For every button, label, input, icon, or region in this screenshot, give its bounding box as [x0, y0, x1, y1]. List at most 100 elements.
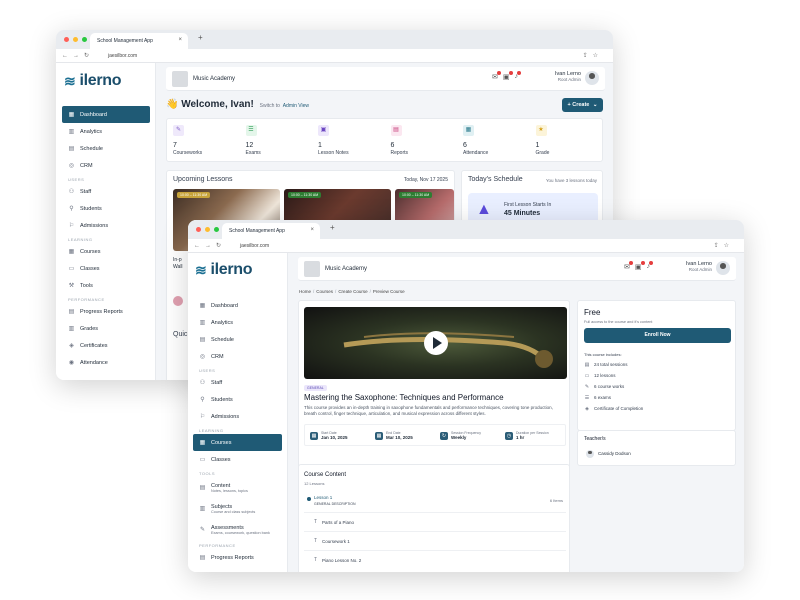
sidebar-item-classes[interactable]: ▭ Classes: [193, 451, 282, 468]
bell-icon[interactable]: ♪: [647, 261, 653, 271]
subjects-icon: ▥: [199, 506, 206, 512]
logo-text: ilerno: [210, 261, 253, 278]
minimize-window-dot[interactable]: [73, 37, 78, 42]
sidebar-item-tools[interactable]: ⚒ Tools: [62, 277, 150, 294]
lesson-header[interactable]: Lesson 1 GENERAL DESCRIPTION 6 Items: [304, 494, 566, 510]
logo[interactable]: ≋ ilerno: [195, 261, 253, 279]
stat-attendance[interactable]: ▦ 6 Attendance: [457, 119, 529, 161]
org-name[interactable]: Music Academy: [193, 76, 235, 82]
stat-courseworks[interactable]: ✎ 7 Courseworks: [167, 119, 239, 161]
mail-icon[interactable]: ✉: [492, 71, 501, 81]
sidebar-item-crm[interactable]: ◎ CRM: [62, 157, 150, 174]
sidebar-item-analytics[interactable]: ▥ Analytics: [62, 123, 150, 140]
breadcrumb-separator: /: [335, 289, 337, 294]
lesson-item[interactable]: T Piano Lesson No. 2: [304, 550, 566, 569]
sidebar-item-dashboard[interactable]: ▦ Dashboard: [193, 297, 282, 314]
messages-icon[interactable]: ▣: [503, 71, 513, 81]
mail-icon[interactable]: ✉: [624, 261, 633, 271]
breadcrumb-item[interactable]: Courses: [316, 289, 333, 294]
tab-close-icon[interactable]: ×: [178, 37, 182, 43]
stat-grade[interactable]: ★ 1 Grade: [530, 119, 602, 161]
breadcrumb-item[interactable]: Home: [299, 289, 311, 294]
sidebar-item-certificates[interactable]: ◈ Certificates: [62, 337, 150, 354]
share-star-icons[interactable]: ⇪☆: [714, 242, 734, 249]
maximize-window-dot[interactable]: [82, 37, 87, 42]
wave-icon: 👋: [166, 99, 179, 110]
sidebar-item-subjects[interactable]: ▥ Subjects Course and class subjects: [193, 498, 282, 519]
meta-session-frequency: ↻ Session Frequency Weekly: [440, 431, 481, 440]
browser-tab[interactable]: School Management App ×: [90, 33, 188, 49]
create-button[interactable]: + Create ⌄: [562, 98, 603, 112]
new-tab-icon[interactable]: +: [198, 33, 203, 42]
nav-arrows-icon[interactable]: ←→↻: [62, 52, 94, 59]
nav-arrows-icon[interactable]: ←→↻: [194, 242, 226, 249]
logo[interactable]: ≋ ilerno: [64, 72, 122, 90]
maximize-window-dot[interactable]: [214, 227, 219, 232]
sidebar-item-courses[interactable]: ▦ Courses: [62, 243, 150, 260]
breadcrumb-item[interactable]: Create Course: [338, 289, 367, 294]
avatar[interactable]: [716, 261, 730, 275]
sidebar-item-crm[interactable]: ◎ CRM: [193, 348, 282, 365]
lesson-subtitle: Wall: [173, 264, 183, 270]
course-overview-card: GENERAL Mastering the Saxophone: Techniq…: [298, 300, 570, 470]
sidebar-item-staff[interactable]: ⚇ Staff: [62, 183, 150, 200]
sidebar-item-attendance[interactable]: ◉ Attendance: [62, 354, 150, 371]
sidebar-item-grades[interactable]: ▥ Grades: [193, 566, 282, 573]
sidebar: ≋ ilerno ▦ Dashboard ▥ Analytics ▤ Schedule ◎ C…: [56, 63, 156, 380]
sidebar-item-text: Admissions: [80, 223, 108, 229]
stat-lesson-notes[interactable]: ▣ 1 Lesson Notes: [312, 119, 384, 161]
sidebar-item-content[interactable]: ▤ Content Notes, lessons, topics: [193, 477, 282, 498]
sidebar-item-analytics[interactable]: ▥ Analytics: [193, 314, 282, 331]
bell-icon[interactable]: ♪: [515, 71, 521, 81]
sidebar-item-grades[interactable]: ▥ Grades: [62, 320, 150, 337]
sidebar-item-progress-reports[interactable]: ▤ Progress Reports: [193, 549, 282, 566]
lesson-item[interactable]: T Coursework 1: [304, 531, 566, 550]
breadcrumb-separator: /: [369, 289, 371, 294]
sidebar-item-label: Classes: [80, 265, 100, 272]
play-button[interactable]: [424, 331, 448, 355]
quick-actions-title: Quic: [173, 331, 188, 338]
course-description: This course provides an in-depth trainin…: [304, 405, 553, 416]
stat-exams[interactable]: ☰ 12 Exams: [240, 119, 312, 161]
sidebar-item-classes[interactable]: ▭ Classes: [62, 260, 150, 277]
stat-reports[interactable]: ▤ 6 Reports: [385, 119, 457, 161]
sidebar-item-label: Students: [80, 205, 102, 212]
document-icon: T: [314, 519, 318, 525]
sidebar-item-label: Analytics: [211, 319, 234, 326]
sidebar-item-staff[interactable]: ⚇ Staff: [193, 374, 282, 391]
teacher-name[interactable]: Cassidy Dodson: [598, 451, 631, 456]
avatar[interactable]: [585, 71, 599, 85]
sidebar-item-schedule[interactable]: ▤ Schedule: [62, 140, 150, 157]
sidebar-item-students[interactable]: ⚲ Students: [193, 391, 282, 408]
browser-tab[interactable]: School Management App ×: [222, 223, 320, 239]
url-field[interactable]: jaesilbor.com: [108, 53, 137, 59]
user-info[interactable]: Ivan Lerno Root Admin: [686, 261, 712, 272]
user-info[interactable]: Ivan Lerno Root Admin: [555, 71, 581, 82]
admin-view-link[interactable]: Admin View: [283, 103, 309, 109]
close-window-dot[interactable]: [196, 227, 201, 232]
share-star-icons[interactable]: ⇪☆: [583, 52, 603, 59]
new-tab-icon[interactable]: +: [330, 223, 335, 232]
courses-icon: ▦: [68, 249, 75, 255]
minimize-window-dot[interactable]: [205, 227, 210, 232]
close-window-dot[interactable]: [64, 37, 69, 42]
url-field[interactable]: jaesilbor.com: [240, 243, 269, 249]
org-name[interactable]: Music Academy: [325, 266, 367, 272]
sidebar-item-progress-reports[interactable]: ▤ Progress Reports: [62, 303, 150, 320]
sidebar-item-schedule[interactable]: ▤ Schedule: [193, 331, 282, 348]
sidebar-item-students[interactable]: ⚲ Students: [62, 200, 150, 217]
lesson-time-badge: 10:00 – 11:30 AM: [399, 192, 433, 198]
tab-close-icon[interactable]: ×: [310, 227, 314, 233]
sidebar-item-label: Classes: [211, 456, 231, 463]
sidebar-item-courses[interactable]: ▦ Courses: [193, 434, 282, 451]
lesson-item[interactable]: T Parts of a Piano: [304, 512, 566, 531]
messages-icon[interactable]: ▣: [635, 261, 645, 271]
upcoming-date[interactable]: Today, Nov 17 2025: [404, 177, 448, 183]
breadcrumb-item[interactable]: Preview Course: [373, 289, 405, 294]
course-video[interactable]: [304, 307, 567, 379]
sidebar-item-assessments[interactable]: ✎ Assessments Exams, coursework, question …: [193, 519, 282, 540]
enroll-button[interactable]: Enroll Now: [584, 328, 731, 343]
sidebar-item-dashboard[interactable]: ▦ Dashboard: [62, 106, 150, 123]
sidebar-item-admissions[interactable]: ⚐ Admissions: [193, 408, 282, 425]
sidebar-item-admissions[interactable]: ⚐ Admissions: [62, 217, 150, 234]
